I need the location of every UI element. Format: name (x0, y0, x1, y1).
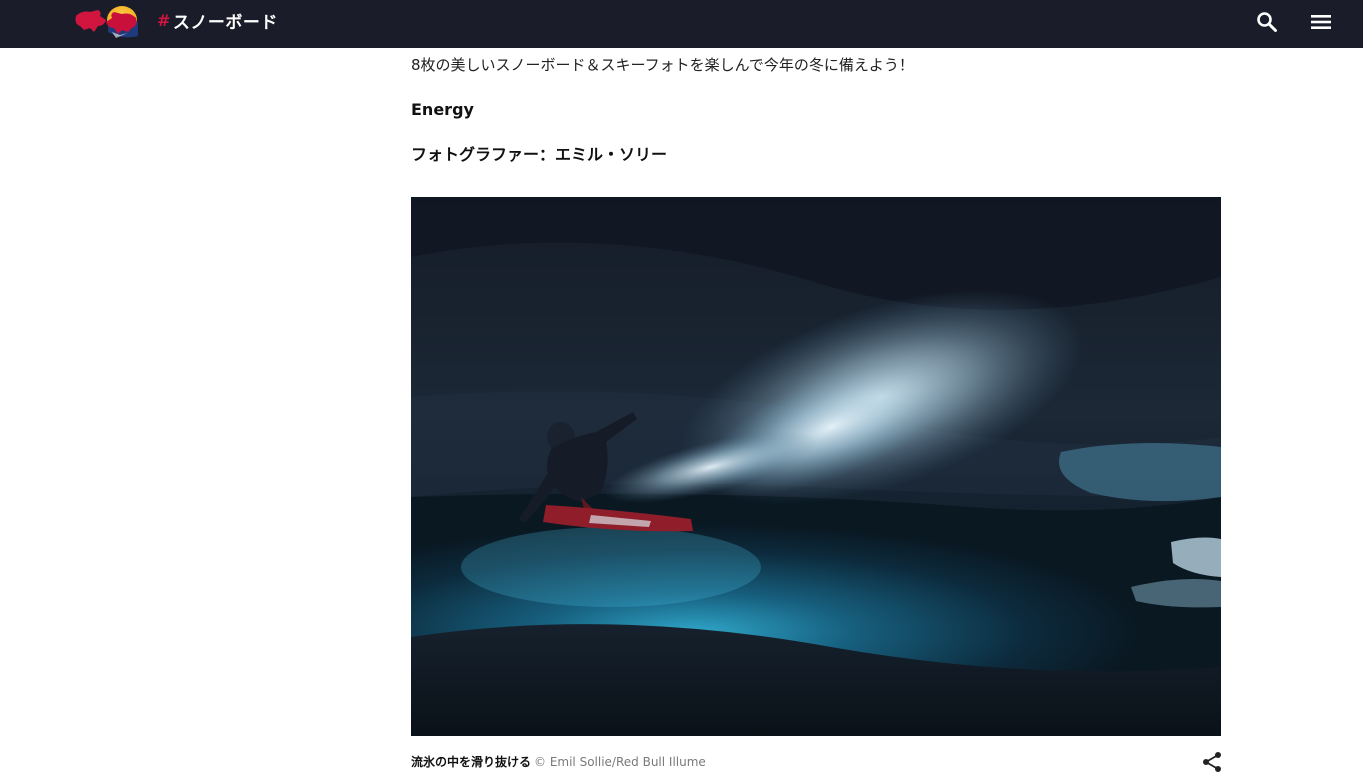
hamburger-menu-icon (1311, 15, 1331, 29)
article-photo[interactable] (411, 197, 1221, 736)
subheading-energy: Energy (411, 100, 474, 119)
search-icon (1257, 12, 1277, 32)
share-button[interactable] (1200, 750, 1224, 774)
hash-symbol: # (157, 10, 171, 30)
photo-caption: 流氷の中を滑り抜ける © Emil Sollie/Red Bull Illume (411, 752, 706, 772)
top-navigation-bar: # スノーボード (0, 0, 1363, 48)
article-lead-text: 8枚の美しいスノーボード＆スキーフォトを楽しんで今年の冬に備えよう！ (411, 56, 914, 74)
share-icon (1203, 752, 1221, 772)
photo-caption-title: 流氷の中を滑り抜ける (411, 755, 532, 769)
section-tag-link[interactable]: # スノーボード (157, 8, 278, 33)
search-button[interactable] (1253, 8, 1281, 36)
red-bull-logo-icon[interactable] (72, 2, 140, 40)
subheading-photographer: フォトグラファー：エミル・ソリー (411, 145, 668, 164)
menu-button[interactable] (1307, 8, 1335, 36)
section-label: スノーボード (172, 12, 278, 33)
photo-credit: © Emil Sollie/Red Bull Illume (534, 755, 706, 769)
